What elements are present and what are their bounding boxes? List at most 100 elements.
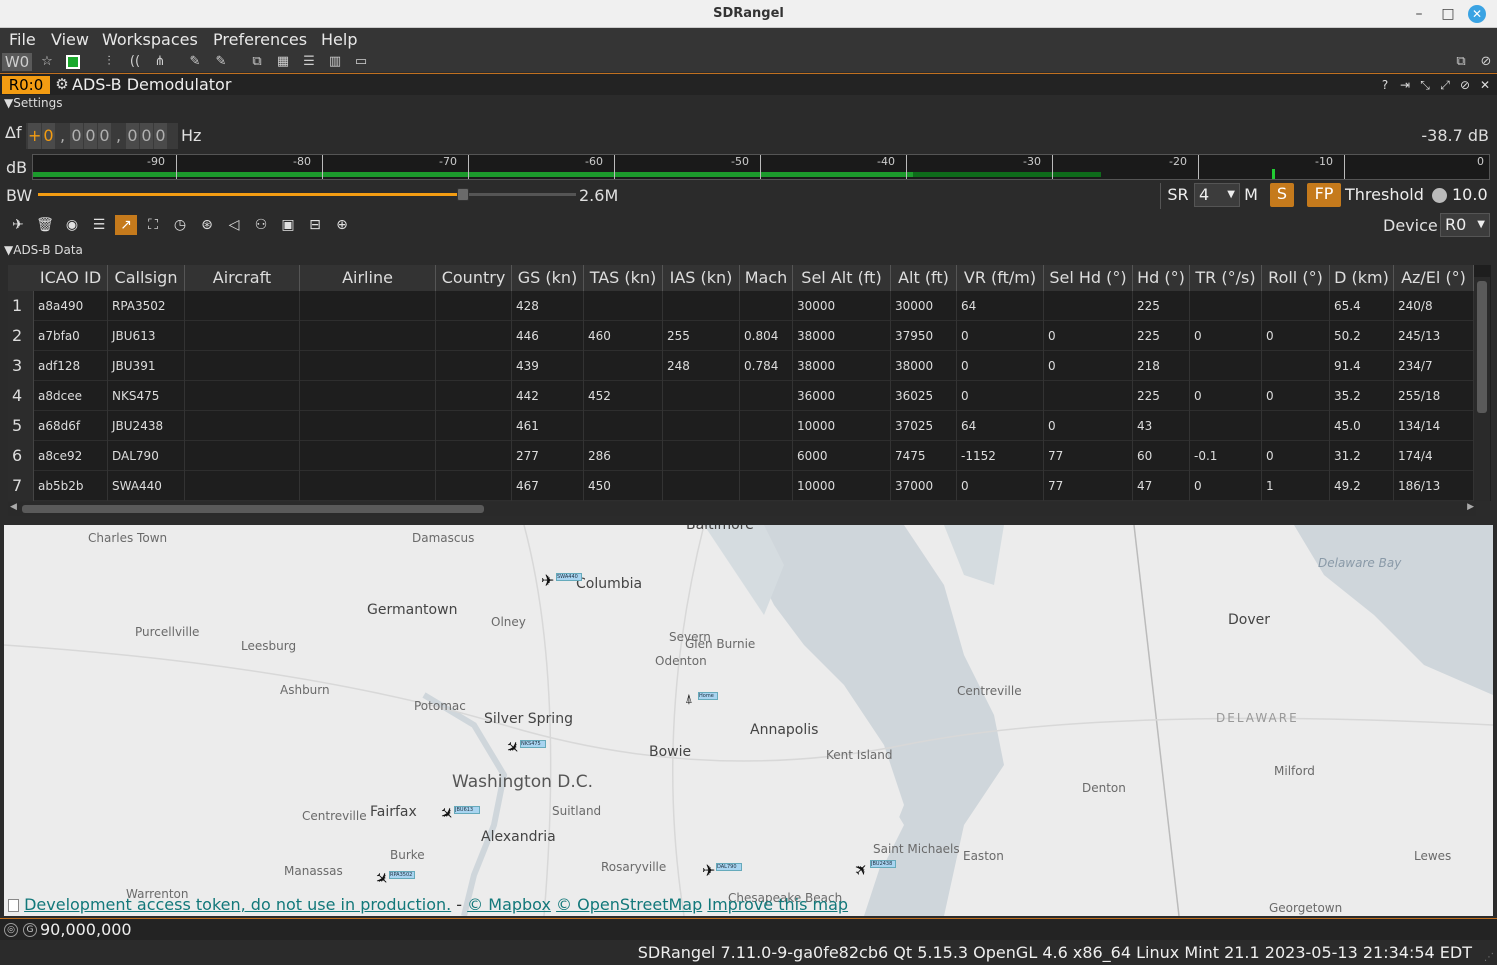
table-cell[interactable]: 286 [584,441,663,471]
column-header[interactable]: D (km) [1330,265,1394,291]
add-tx-icon[interactable]: (( [126,53,144,71]
close-channel-icon[interactable]: ✕ [1477,77,1493,93]
table-cell[interactable] [740,291,793,321]
save-icon[interactable]: ▣ [277,215,299,235]
table-cell[interactable]: 64 [957,291,1044,321]
table-cell[interactable]: 0 [957,321,1044,351]
dial-digit[interactable]: 0 [154,123,167,149]
table-cell[interactable] [584,351,663,381]
table-cell[interactable] [436,321,512,351]
menu-workspaces[interactable]: Workspaces [102,30,198,49]
column-header[interactable]: TR (°/s) [1190,265,1262,291]
table-cell[interactable]: RPA3502 [108,291,185,321]
column-header[interactable]: Az/El (°) [1394,265,1474,291]
table-cell[interactable] [436,351,512,381]
column-header[interactable]: Alt (ft) [891,265,957,291]
table-cell[interactable]: 7475 [891,441,957,471]
table-cell[interactable]: 255/18 [1394,381,1474,411]
table-cell[interactable] [1190,411,1262,441]
table-cell[interactable]: 450 [584,471,663,501]
table-cell[interactable] [663,381,740,411]
add-mimo-icon[interactable]: ⋔ [151,53,169,71]
aircraft-tag[interactable]: DAL790 [716,863,742,871]
table-cell[interactable]: 186/13 [1394,471,1474,501]
table-cell[interactable]: a8dcee [34,381,108,411]
column-header[interactable]: Callsign [108,265,185,291]
menu-help[interactable]: Help [321,30,357,49]
table-cell[interactable] [663,411,740,441]
ads-b-data-section-header[interactable]: ▼ADS-B Data [4,243,83,257]
table-cell[interactable]: a8ce92 [34,441,108,471]
resize-grip-icon[interactable]: ⋰ [1484,952,1494,963]
list-icon[interactable]: ☰ [88,215,110,235]
column-header[interactable]: Roll (°) [1262,265,1330,291]
table-cell[interactable]: 77 [1044,471,1133,501]
dial-digit[interactable]: 0 [70,123,83,149]
hide-channel-icon[interactable]: ⊘ [1457,77,1473,93]
table-cell[interactable] [300,351,436,381]
table-cell[interactable] [185,411,300,441]
table-row[interactable]: 6 a8ce92 DAL790 277 286 6000 7475 -1152 77 60 -0.1… [8,441,1474,471]
undock-icon[interactable]: ⧉ [1452,53,1470,71]
scroll-left-icon[interactable]: ◀ [10,502,17,512]
table-cell[interactable]: 0 [1262,441,1330,471]
gear-icon[interactable]: ⚙ [54,76,70,92]
dial-digit[interactable]: + [28,123,41,149]
map-view[interactable]: Baltimore Charles Town Damascus Columbia… [4,525,1493,916]
table-cell[interactable] [436,471,512,501]
table-cell[interactable] [663,471,740,501]
table-cell[interactable] [740,381,793,411]
aircraft-tag[interactable]: RPA3502 [389,871,415,879]
column-header[interactable]: Country [436,265,512,291]
table-cell[interactable]: 37025 [891,411,957,441]
row-number[interactable]: 6 [8,441,34,471]
table-cell[interactable] [185,291,300,321]
dial-digit[interactable]: 0 [140,123,153,149]
scrollbar-thumb[interactable] [22,505,484,513]
table-cell[interactable]: 49.2 [1330,471,1394,501]
table-cell[interactable]: 30000 [891,291,957,321]
aircraft-tag[interactable]: SWA440 [556,573,582,581]
table-cell[interactable]: 446 [512,321,584,351]
table-cell[interactable]: 218 [1133,351,1190,381]
table-row[interactable]: 2 a7bfa0 JBU613 446 460 255 0.804 38000 37950 0 0 2… [8,321,1474,351]
menu-file[interactable]: File [9,30,36,49]
menu-view[interactable]: View [51,30,89,49]
open-icon[interactable]: ⊟ [304,215,326,235]
curve-icon[interactable]: ↗ [115,215,137,235]
table-cell[interactable]: 467 [512,471,584,501]
column-header[interactable]: TAS (kn) [584,265,663,291]
clock-icon[interactable]: ◷ [169,215,191,235]
row-number[interactable]: 4 [8,381,34,411]
osm-link[interactable]: © OpenStreetMap [556,895,702,914]
table-cell[interactable]: 225 [1133,381,1190,411]
table-cell[interactable]: 31.2 [1330,441,1394,471]
dial-digit[interactable]: 0 [98,123,111,149]
table-cell[interactable]: a7bfa0 [34,321,108,351]
table-cell[interactable] [185,321,300,351]
table-cell[interactable]: 43 [1133,411,1190,441]
table-cell[interactable]: 277 [512,441,584,471]
row-number[interactable]: 2 [8,321,34,351]
table-cell[interactable]: NKS475 [108,381,185,411]
table-cell[interactable]: 0 [1190,471,1262,501]
table-cell[interactable]: 10000 [793,471,891,501]
airplane-icon[interactable]: ✈ [7,215,29,235]
table-cell[interactable]: 38000 [793,351,891,381]
settings-section-header[interactable]: ▼Settings [4,96,62,110]
table-cell[interactable] [300,321,436,351]
cascade-icon[interactable]: ⧉ [248,53,266,71]
close-icon[interactable]: ✕ [1468,5,1486,23]
table-row[interactable]: 4 a8dcee NKS475 442 452 36000 36025 0 225 0 0 35.2 2… [8,381,1474,411]
table-cell[interactable] [300,291,436,321]
maximize-icon[interactable]: □ [1439,5,1457,23]
aircraft-tag[interactable]: NKS475 [520,740,546,748]
table-cell[interactable]: 225 [1133,321,1190,351]
mapbox-link[interactable]: © Mapbox [467,895,551,914]
row-number[interactable]: 7 [8,471,34,501]
table-cell[interactable]: 38000 [891,351,957,381]
s-button[interactable]: S [1270,183,1294,207]
table-cell[interactable] [1262,411,1330,441]
dial-digit[interactable]: 0 [84,123,97,149]
window-icon[interactable]: ▭ [352,53,370,71]
